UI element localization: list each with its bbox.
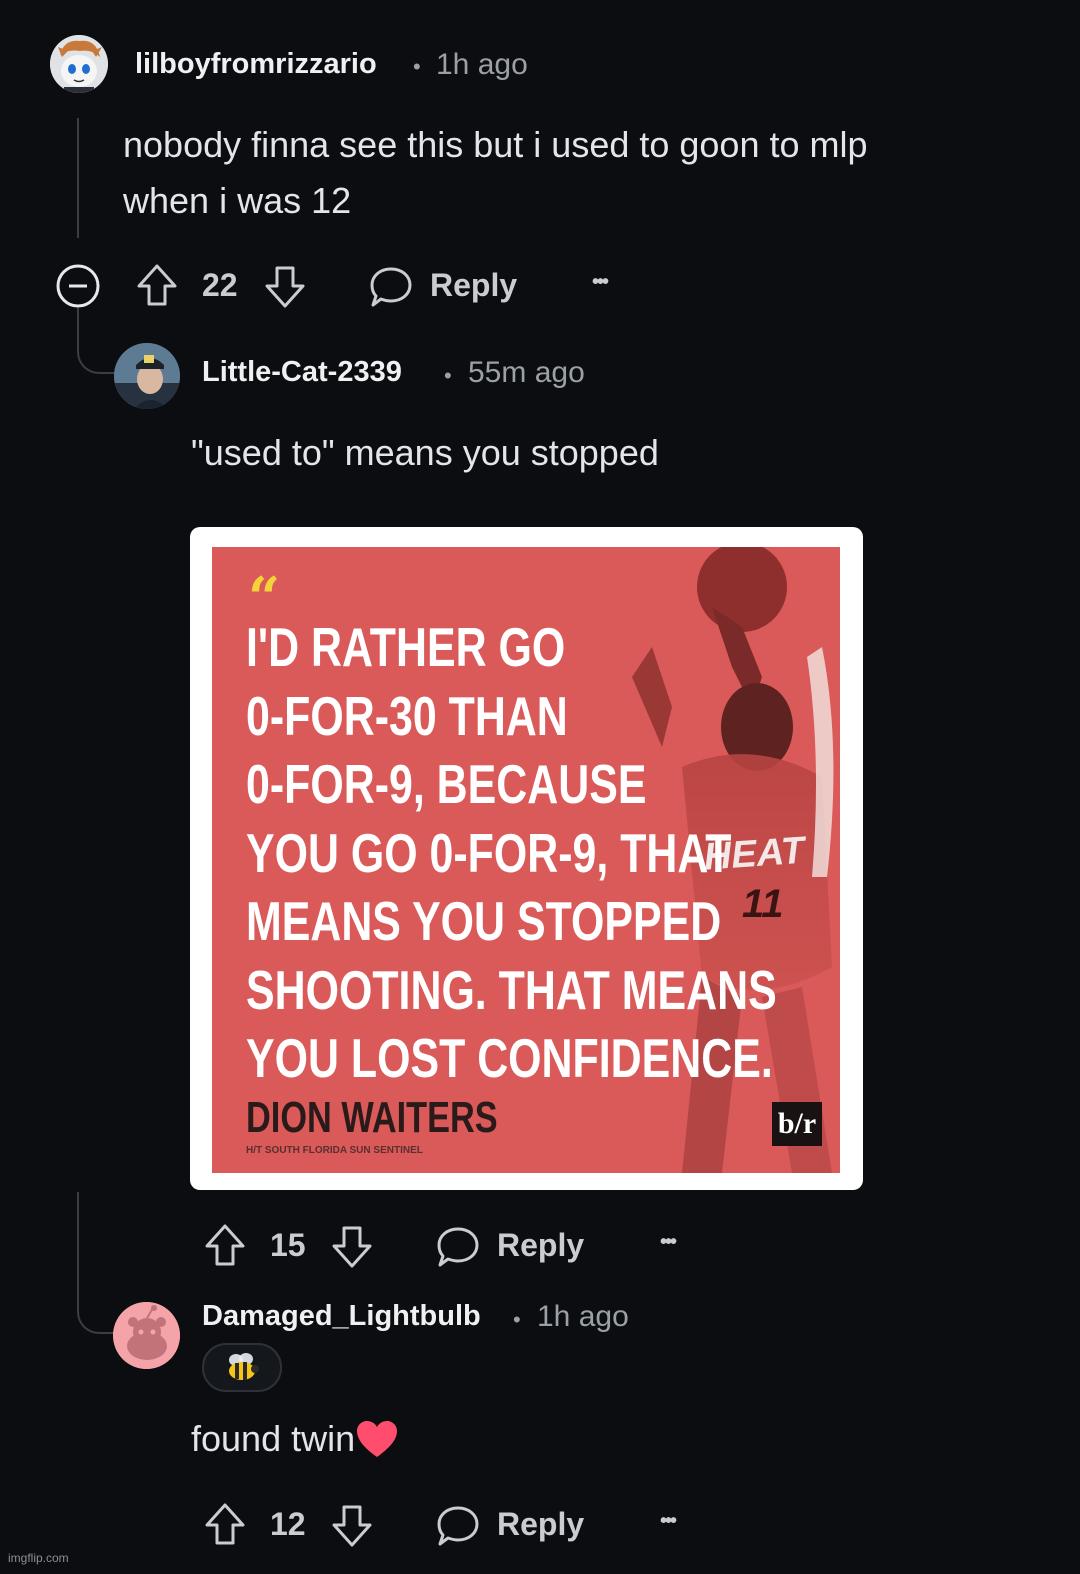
attached-image[interactable]: HEAT 11 “ I'D RATHER GO 0-FOR-30 THAN 0-…: [190, 527, 863, 1190]
comment-body: found twin: [191, 1411, 399, 1467]
vote-count: 12: [270, 1506, 306, 1542]
timestamp: 1h ago: [436, 48, 528, 81]
quote-line: SHOOTING. THAT MEANS: [246, 958, 777, 1021]
avatar[interactable]: [114, 343, 180, 409]
comment-text: found twin: [191, 1418, 356, 1459]
quote-text: I'D RATHER GO 0-FOR-30 THAN 0-FOR-9, BEC…: [246, 613, 777, 1093]
avatar[interactable]: [113, 1302, 180, 1369]
heart-icon: [357, 1421, 398, 1457]
vote-count: 15: [270, 1227, 306, 1263]
avatar[interactable]: [50, 35, 108, 93]
upvote-icon[interactable]: [203, 1222, 247, 1268]
comment-body: nobody finna see this but i used to goon…: [123, 117, 868, 229]
quote-line: YOU LOST CONFIDENCE.: [246, 1027, 773, 1089]
downvote-icon[interactable]: [330, 1224, 374, 1270]
more-options-button[interactable]: •••: [592, 271, 609, 294]
quote-line: YOU GO 0-FOR-9, THAT: [246, 821, 732, 884]
comment-body: "used to" means you stopped: [191, 432, 659, 473]
bee-icon: [229, 1353, 259, 1380]
quote-poster: HEAT 11 “ I'D RATHER GO 0-FOR-30 THAN 0-…: [212, 547, 840, 1173]
vote-count: 22: [202, 267, 238, 303]
thread-line: [77, 118, 79, 238]
thread-line: [77, 1192, 79, 1292]
reply-button[interactable]: Reply: [430, 267, 517, 304]
more-options-button[interactable]: •••: [660, 1510, 677, 1533]
meta-separator: •: [444, 363, 452, 388]
quote-author: DION WAITERS: [246, 1093, 498, 1142]
quote-line: 0-FOR-9, BECAUSE: [246, 753, 647, 815]
meta-separator: •: [513, 1307, 521, 1332]
meta-separator: •: [413, 54, 421, 79]
downvote-icon[interactable]: [330, 1503, 374, 1549]
username[interactable]: lilboyfromrizzario: [135, 48, 377, 81]
quote-line: MEANS YOU STOPPED: [246, 890, 722, 952]
username[interactable]: Little-Cat-2339: [202, 356, 402, 389]
downvote-icon[interactable]: [263, 264, 307, 310]
quote-line: 0-FOR-30 THAN: [246, 684, 568, 747]
timestamp: 55m ago: [468, 356, 585, 389]
upvote-icon[interactable]: [135, 262, 179, 308]
quote-credit: H/T SOUTH FLORIDA SUN SENTINEL: [246, 1145, 423, 1156]
comment-line: nobody finna see this but i used to goon…: [123, 124, 868, 165]
timestamp: 1h ago: [537, 1300, 629, 1333]
thread-connector: [77, 330, 115, 374]
thread-connector: [77, 1290, 115, 1334]
quote-line: I'D RATHER GO: [246, 616, 566, 678]
thread-line: [77, 308, 79, 332]
reply-icon[interactable]: [435, 1225, 481, 1269]
watermark: imgflip.com: [8, 1551, 69, 1565]
user-flair: [202, 1343, 282, 1392]
collapse-icon[interactable]: [55, 263, 101, 309]
reply-icon[interactable]: [368, 265, 414, 309]
br-logo: b/r: [772, 1102, 822, 1146]
reply-icon[interactable]: [435, 1504, 481, 1548]
reply-button[interactable]: Reply: [497, 1227, 584, 1264]
more-options-button[interactable]: •••: [660, 1231, 677, 1254]
reply-button[interactable]: Reply: [497, 1506, 584, 1543]
comment-line: when i was 12: [123, 180, 352, 221]
username[interactable]: Damaged_Lightbulb: [202, 1300, 481, 1333]
upvote-icon[interactable]: [203, 1501, 247, 1547]
